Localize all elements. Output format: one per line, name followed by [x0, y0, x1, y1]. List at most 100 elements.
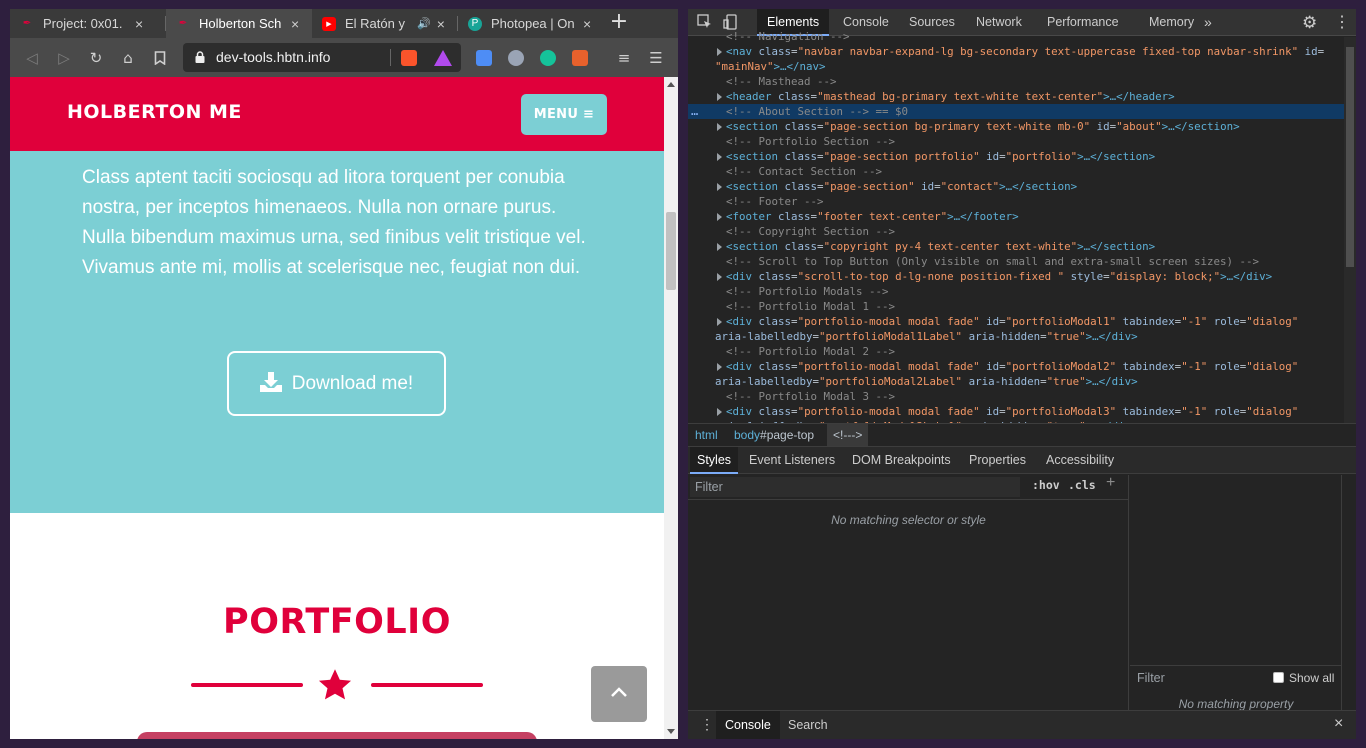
browser-menu-icon[interactable]: ☰ — [644, 46, 668, 70]
tab-project[interactable]: ✒ Project: 0x01. × — [10, 9, 166, 38]
breadcrumb-body[interactable]: body#page-top — [734, 424, 814, 446]
tab-holberton[interactable]: ✒ Holberton Sch × — [166, 9, 312, 38]
dom-node-line[interactable]: <section class="page-section bg-primary … — [688, 119, 1356, 134]
menu-button[interactable]: MENU ≡ — [521, 94, 607, 135]
tab-dom-breakpoints[interactable]: DOM Breakpoints — [845, 447, 958, 474]
tab-youtube[interactable]: ▶ El Ratón y 🔊 × — [312, 9, 458, 38]
brand-link[interactable]: HOLBERTON ME — [67, 101, 242, 123]
home-icon[interactable]: ⌂ — [116, 46, 140, 70]
scrollbar-thumb[interactable] — [666, 212, 676, 290]
dom-node-line[interactable]: <!-- Portfolio Modal 3 --> — [688, 389, 1356, 404]
hov-toggle[interactable]: :hov — [1032, 478, 1060, 492]
dom-node-line[interactable]: <!-- Contact Section --> — [688, 164, 1356, 179]
bookmark-icon[interactable] — [148, 46, 172, 70]
dom-node-line[interactable]: <section class="copyright py-4 text-cent… — [688, 239, 1356, 254]
portfolio-item[interactable] — [137, 732, 537, 739]
brave-shield-icon[interactable] — [401, 50, 417, 66]
computed-scrollbar[interactable] — [1341, 475, 1342, 710]
expand-triangle-icon[interactable] — [717, 408, 722, 416]
tab-close-icon[interactable]: × — [291, 16, 299, 32]
dom-node-line[interactable]: <!-- Copyright Section --> — [688, 224, 1356, 239]
tab-close-icon[interactable]: × — [437, 16, 445, 32]
expand-triangle-icon[interactable] — [717, 183, 722, 191]
translate-icon[interactable] — [476, 50, 492, 66]
dom-node-line[interactable]: <!-- Portfolio Section --> — [688, 134, 1356, 149]
breadcrumb-comment[interactable]: <!---> — [827, 424, 869, 446]
expand-triangle-icon[interactable] — [717, 93, 722, 101]
dom-node-line[interactable]: <!-- Portfolio Modal 1 --> — [688, 299, 1356, 314]
device-toolbar-icon[interactable] — [723, 14, 739, 30]
devtools-panel: Elements Console Sources Network Perform… — [688, 9, 1356, 739]
node-actions-icon[interactable]: … — [691, 104, 698, 119]
reload-icon[interactable]: ↻ — [84, 46, 108, 70]
dom-node-line[interactable]: "mainNav">…</nav> — [688, 59, 1356, 74]
dom-scrollbar-thumb[interactable] — [1346, 47, 1354, 267]
holberton-icon: ✒ — [22, 18, 32, 29]
new-style-rule-icon[interactable]: + — [1106, 474, 1115, 492]
back-icon[interactable]: ◁ — [20, 46, 44, 70]
dom-node-line[interactable]: <nav class="navbar navbar-expand-lg bg-s… — [688, 44, 1356, 59]
dom-node-line[interactable]: <footer class="footer text-center">…</fo… — [688, 209, 1356, 224]
dom-node-line[interactable]: <!-- Footer --> — [688, 194, 1356, 209]
expand-triangle-icon[interactable] — [717, 318, 722, 326]
address-bar[interactable]: dev-tools.hbtn.info — [183, 43, 461, 72]
dom-scrollbar[interactable] — [1344, 37, 1356, 423]
tab-event-listeners[interactable]: Event Listeners — [742, 447, 842, 474]
expand-triangle-icon[interactable] — [717, 213, 722, 221]
tab-properties[interactable]: Properties — [962, 447, 1033, 474]
drawer-tab-console[interactable]: Console — [716, 711, 780, 739]
tab-accessibility[interactable]: Accessibility — [1039, 447, 1121, 474]
dom-node-line[interactable]: aria-labelledby="portfolioModal1Label" a… — [688, 329, 1356, 344]
dom-node-line[interactable]: <header class="masthead bg-primary text-… — [688, 89, 1356, 104]
computed-pane: Filter Show all No matching property — [1130, 475, 1356, 711]
dom-node-line[interactable]: <div class="portfolio-modal modal fade" … — [688, 314, 1356, 329]
dom-node-line[interactable]: <!-- Navigation --> — [688, 29, 1356, 44]
tab-close-icon[interactable]: × — [583, 16, 591, 32]
dom-node-line[interactable]: <div class="portfolio-modal modal fade" … — [688, 359, 1356, 374]
tab-photopea[interactable]: P Photopea | On × — [458, 9, 604, 38]
scroll-up-arrow[interactable] — [667, 82, 675, 87]
extension-circle-icon[interactable] — [508, 50, 524, 66]
dom-node-line[interactable]: <!-- Portfolio Modals --> — [688, 284, 1356, 299]
scroll-down-arrow[interactable] — [667, 729, 675, 734]
dom-node-line[interactable]: aria-labelledby="portfolioModal2Label" a… — [688, 374, 1356, 389]
drawer-menu-icon[interactable]: ⋮ — [700, 716, 714, 733]
dom-node-line[interactable]: <div class="portfolio-modal modal fade" … — [688, 404, 1356, 419]
expand-triangle-icon[interactable] — [717, 243, 722, 251]
expand-triangle-icon[interactable] — [717, 123, 722, 131]
styles-filter-input[interactable]: Filter — [690, 477, 1020, 497]
expand-triangle-icon[interactable] — [717, 153, 722, 161]
page-scrollbar[interactable] — [664, 77, 678, 739]
dom-node-line[interactable]: … <!-- About Section --> == $0 — [688, 104, 1356, 119]
brave-rewards-icon[interactable] — [434, 50, 452, 66]
show-all-checkbox[interactable]: Show all — [1273, 671, 1334, 685]
scroll-to-top-button[interactable] — [591, 666, 647, 722]
speaker-icon[interactable]: 🔊 — [417, 17, 431, 30]
download-button[interactable]: Download me! — [227, 351, 446, 416]
dom-node-line[interactable]: <section class="page-section portfolio" … — [688, 149, 1356, 164]
drawer-tab-search[interactable]: Search — [779, 711, 837, 739]
tab-close-icon[interactable]: × — [135, 16, 143, 32]
about-text: Class aptent taciti sociosqu ad litora t… — [82, 167, 586, 278]
dom-node-line[interactable]: <section class="page-section" id="contac… — [688, 179, 1356, 194]
expand-triangle-icon[interactable] — [717, 273, 722, 281]
inspect-element-icon[interactable] — [697, 14, 713, 30]
media-queue-icon[interactable]: ≡ — [612, 46, 636, 70]
breadcrumb: html body#page-top <!---> — [688, 423, 1356, 447]
new-tab-button[interactable]: + — [607, 11, 631, 35]
drawer-close-icon[interactable]: × — [1334, 715, 1343, 733]
tab-styles[interactable]: Styles — [690, 447, 739, 474]
dom-node-line[interactable]: <div class="scroll-to-top d-lg-none posi… — [688, 269, 1356, 284]
grammarly-icon[interactable] — [540, 50, 556, 66]
expand-triangle-icon[interactable] — [717, 363, 722, 371]
dom-node-line[interactable]: <!-- Scroll to Top Button (Only visible … — [688, 254, 1356, 269]
forward-icon[interactable]: ▷ — [52, 46, 76, 70]
expand-triangle-icon[interactable] — [717, 48, 722, 56]
computed-filter-input[interactable]: Filter — [1137, 671, 1165, 685]
checkbox-icon[interactable] — [1273, 672, 1284, 683]
cls-toggle[interactable]: .cls — [1068, 478, 1096, 492]
breadcrumb-html[interactable]: html — [695, 424, 718, 446]
dom-node-line[interactable]: <!-- Masthead --> — [688, 74, 1356, 89]
dom-node-line[interactable]: <!-- Portfolio Modal 2 --> — [688, 344, 1356, 359]
extension-c-icon[interactable] — [572, 50, 588, 66]
